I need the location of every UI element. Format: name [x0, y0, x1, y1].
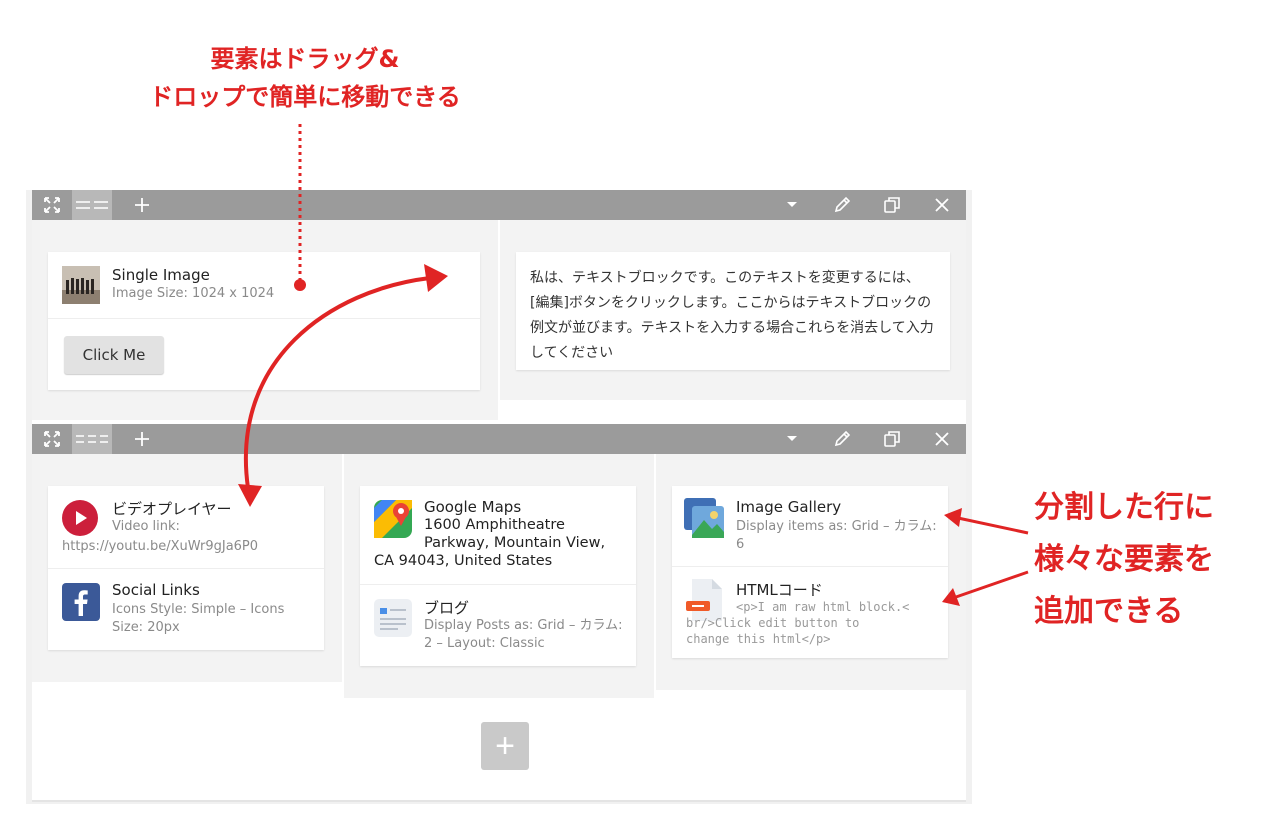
annotation-arrow-line — [955, 570, 1029, 599]
annotation-line: 追加できる — [1034, 594, 1184, 629]
arrowhead — [424, 264, 448, 292]
annotation-arrow-line — [957, 516, 1029, 535]
arrowhead — [944, 508, 962, 527]
drag-arrow-curve — [244, 276, 431, 489]
annotation-line: 分割した行に — [1034, 490, 1214, 525]
annotation-line: 様々な要素を — [1034, 542, 1214, 577]
annotation-split-row: 分割した行に 様々な要素を 追加できる — [1034, 482, 1214, 638]
annotation-dot — [294, 279, 306, 291]
arrowhead — [238, 484, 262, 507]
annotation-arrows — [238, 124, 1029, 606]
